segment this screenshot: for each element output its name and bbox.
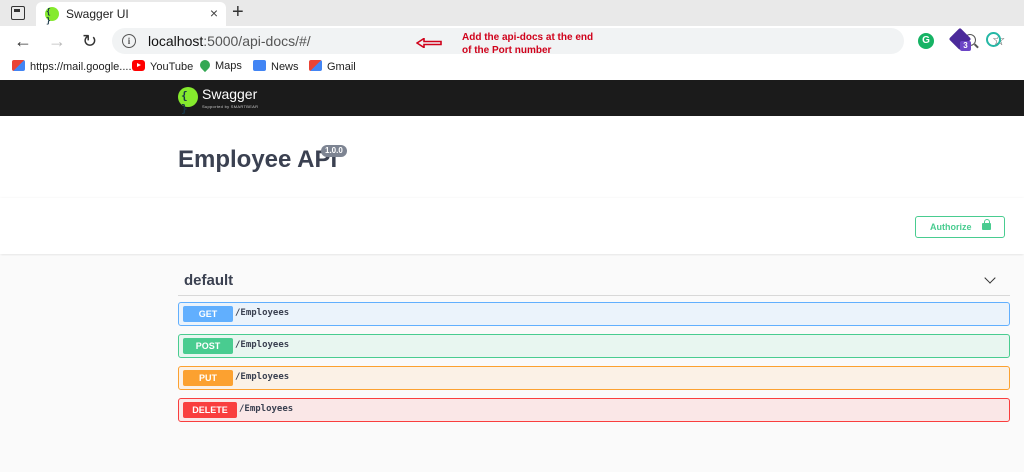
method-badge: POST bbox=[183, 338, 233, 354]
swagger-logo-subtext: Supported by SMARTBEAR bbox=[202, 104, 259, 109]
operation-put-employees[interactable]: PUT /Employees bbox=[178, 366, 1010, 390]
operation-path: /Employees bbox=[235, 340, 290, 350]
bookmark-mail-google[interactable]: https://mail.google.... bbox=[12, 60, 132, 73]
operation-path: /Employees bbox=[235, 372, 290, 382]
tag-name: default bbox=[184, 272, 234, 289]
url-text[interactable]: localhost:5000/api-docs/#/ bbox=[148, 33, 311, 49]
red-arrow-icon bbox=[416, 38, 442, 48]
scheme-container: Authorize bbox=[0, 198, 1024, 254]
tab-strip: Swagger UI × + bbox=[0, 0, 1024, 26]
tab-swagger-ui[interactable]: Swagger UI × bbox=[36, 2, 226, 26]
operation-post-employees[interactable]: POST /Employees bbox=[178, 334, 1010, 358]
bookmark-news[interactable]: News bbox=[253, 60, 299, 73]
new-tab-button[interactable]: + bbox=[232, 1, 244, 23]
swagger-logo-icon[interactable] bbox=[178, 87, 198, 115]
youtube-icon bbox=[132, 60, 145, 71]
operation-path: /Employees bbox=[239, 404, 294, 414]
page-title: Employee API bbox=[178, 146, 338, 173]
tag-header-default[interactable]: default bbox=[178, 256, 1010, 296]
alarm-extension-icon[interactable] bbox=[986, 32, 1001, 47]
swagger-ui: Swagger Supported by SMARTBEAR Employee … bbox=[0, 80, 1024, 472]
forward-icon[interactable]: → bbox=[48, 29, 66, 53]
maps-icon bbox=[197, 57, 213, 73]
swagger-logo-text[interactable]: Swagger bbox=[202, 86, 257, 102]
gmail-icon bbox=[309, 60, 322, 71]
gmail-icon bbox=[12, 60, 25, 71]
method-badge: PUT bbox=[183, 370, 233, 386]
back-icon[interactable]: ← bbox=[14, 29, 32, 53]
method-badge: DELETE bbox=[183, 402, 237, 418]
navigation-bar: ← → ↻ i localhost:5000/api-docs/#/ Add t… bbox=[0, 26, 1024, 56]
swagger-topbar: Swagger Supported by SMARTBEAR bbox=[0, 80, 1024, 116]
tab-close-icon[interactable]: × bbox=[210, 5, 218, 21]
operation-path: /Employees bbox=[235, 308, 290, 318]
version-badge: 1.0.0 bbox=[321, 145, 347, 157]
site-info-icon[interactable]: i bbox=[122, 34, 136, 48]
annotation-note: Add the api-docs at the end of the Port … bbox=[462, 32, 594, 56]
api-info: Employee API 1.0.0 bbox=[0, 116, 1024, 196]
bookmark-gmail[interactable]: Gmail bbox=[309, 60, 356, 73]
operation-delete-employees[interactable]: DELETE /Employees bbox=[178, 398, 1010, 422]
address-bar[interactable]: i localhost:5000/api-docs/#/ Add the api… bbox=[112, 28, 1005, 56]
bookmark-youtube[interactable]: YouTube bbox=[132, 60, 193, 73]
bookmark-maps[interactable]: Maps bbox=[197, 57, 242, 73]
swagger-favicon-icon bbox=[45, 7, 59, 25]
grammarly-extension-icon[interactable]: G bbox=[918, 33, 934, 49]
method-badge: GET bbox=[183, 306, 233, 322]
window-menu-icon[interactable] bbox=[11, 6, 25, 20]
reload-icon[interactable]: ↻ bbox=[82, 29, 97, 53]
lock-icon bbox=[982, 219, 991, 230]
browser-window: Swagger UI × + ← → ↻ i localhost:5000/ap… bbox=[0, 0, 1024, 472]
operations-section: default GET /Employees POST /Employees P… bbox=[0, 256, 1024, 472]
tab-title: Swagger UI bbox=[66, 7, 129, 21]
news-icon bbox=[253, 60, 266, 71]
chevron-down-icon[interactable] bbox=[984, 272, 996, 284]
operation-get-employees[interactable]: GET /Employees bbox=[178, 302, 1010, 326]
extension-badge: 3 bbox=[960, 41, 971, 51]
bookmarks-bar: https://mail.google.... YouTube Maps New… bbox=[0, 56, 1024, 80]
authorize-button[interactable]: Authorize bbox=[915, 216, 1005, 238]
